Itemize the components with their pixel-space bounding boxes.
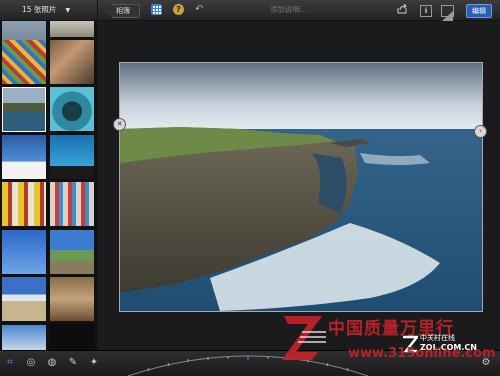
watermark-z-logo [282,316,326,360]
thumbnail[interactable] [50,325,94,351]
thumbnail[interactable] [50,277,94,321]
crop-icon[interactable]: ⌗ [4,357,16,369]
rotate-right-icon[interactable]: › [474,125,487,138]
thumbnail[interactable] [50,21,94,37]
watermark-url: www.315online.com [348,346,496,361]
share-icon[interactable] [397,3,409,16]
undo-icon[interactable]: ↶ [195,4,207,16]
album-back-button[interactable]: 相簿 [106,4,140,18]
thumbnail[interactable] [2,135,46,179]
rotate-left-icon[interactable]: ✕ [113,118,126,131]
top-toolbar: 15 张照片 ▼ 相簿 ? ↶ 添加说明... i 编辑 [0,0,500,21]
thumbnail[interactable] [50,135,94,179]
toolbar-divider [97,0,98,20]
thumbnail[interactable] [2,230,46,274]
photo-count-label: 15 张照片 [22,5,57,14]
thumbnail[interactable] [50,230,94,274]
thumbnail[interactable] [50,40,94,84]
thumbnail-selected[interactable] [2,87,46,132]
exposure-icon[interactable]: ◎ [25,357,37,369]
chevron-down-icon: ▼ [65,7,71,14]
watermark: 中国质量万里行 中关村在线 ZOL.COM.CN www.315online.c… [282,312,496,364]
brushes-icon[interactable]: ✎ [67,357,79,369]
main-photo[interactable] [119,62,483,312]
coastal-cliff-image [120,63,482,311]
caption-field[interactable]: 添加说明... [270,4,307,16]
info-icon[interactable]: i [420,5,432,17]
thumbnail-sidebar[interactable] [0,21,97,351]
thumbnail[interactable] [2,40,46,84]
photo-count-menu[interactable]: 15 张照片 ▼ [22,4,70,16]
thumbnail[interactable] [50,87,94,131]
help-icon[interactable]: ? [173,4,184,15]
thumbnail[interactable] [2,182,46,226]
edit-button[interactable]: 编辑 [466,4,492,18]
thumbnail[interactable] [2,277,46,321]
color-palette-icon[interactable]: ◍ [46,357,58,369]
compare-icon[interactable] [441,5,454,21]
thumbnail[interactable] [2,325,46,351]
thumbnail[interactable] [50,182,94,226]
effects-icon[interactable]: ✦ [88,357,100,369]
grid-icon[interactable] [151,4,162,15]
zol-logo-cn: 中关村在线 [420,334,455,342]
